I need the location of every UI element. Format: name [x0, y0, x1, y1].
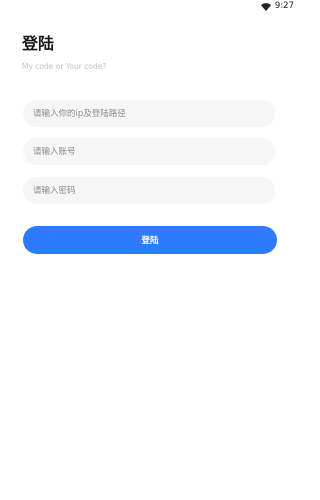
- account-input[interactable]: [33, 146, 275, 157]
- password-field[interactable]: [23, 177, 275, 204]
- wifi-icon: [260, 2, 271, 11]
- password-input[interactable]: [33, 185, 275, 196]
- page-subtitle: My code or Your code?: [22, 62, 107, 71]
- status-bar: 9:27: [0, 0, 300, 14]
- ip-path-input[interactable]: [33, 108, 275, 119]
- account-field[interactable]: [23, 138, 275, 165]
- page-title: 登陆: [22, 34, 55, 53]
- ip-path-field[interactable]: [23, 100, 275, 127]
- login-screen: 9:27 登陆 My code or Your code? 登陆: [0, 0, 300, 500]
- status-time: 9:27: [274, 1, 294, 11]
- login-button[interactable]: 登陆: [23, 226, 277, 254]
- status-bar-right: 9:27: [260, 1, 294, 12]
